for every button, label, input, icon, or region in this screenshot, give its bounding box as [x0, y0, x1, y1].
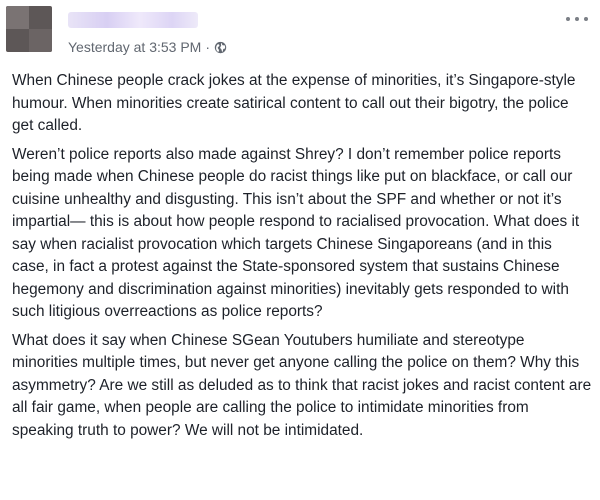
- post-meta: Yesterday at 3:53 PM ·: [68, 38, 227, 56]
- more-dot: [566, 17, 570, 21]
- post-paragraph-3: What does it say when Chinese SGean Yout…: [12, 331, 592, 439]
- avatar-pixel-block: [29, 29, 52, 52]
- post-header: Yesterday at 3:53 PM ·: [0, 0, 600, 62]
- post-paragraph-1: When Chinese people crack jokes at the e…: [12, 72, 576, 134]
- more-dot: [584, 17, 588, 21]
- meta-separator: ·: [205, 39, 211, 55]
- avatar[interactable]: [6, 6, 52, 52]
- globe-icon: [214, 41, 227, 54]
- more-options-icon[interactable]: [566, 14, 588, 24]
- more-dot: [575, 17, 579, 21]
- post-body: When Chinese people crack jokes at the e…: [12, 70, 592, 448]
- author-name-blurred[interactable]: [68, 12, 198, 28]
- facebook-post: Yesterday at 3:53 PM · When Chinese peop…: [0, 0, 600, 500]
- post-timestamp[interactable]: Yesterday at 3:53 PM: [68, 39, 201, 55]
- avatar-pixel-block: [6, 6, 29, 29]
- post-paragraph-2: Weren’t police reports also made against…: [12, 145, 580, 321]
